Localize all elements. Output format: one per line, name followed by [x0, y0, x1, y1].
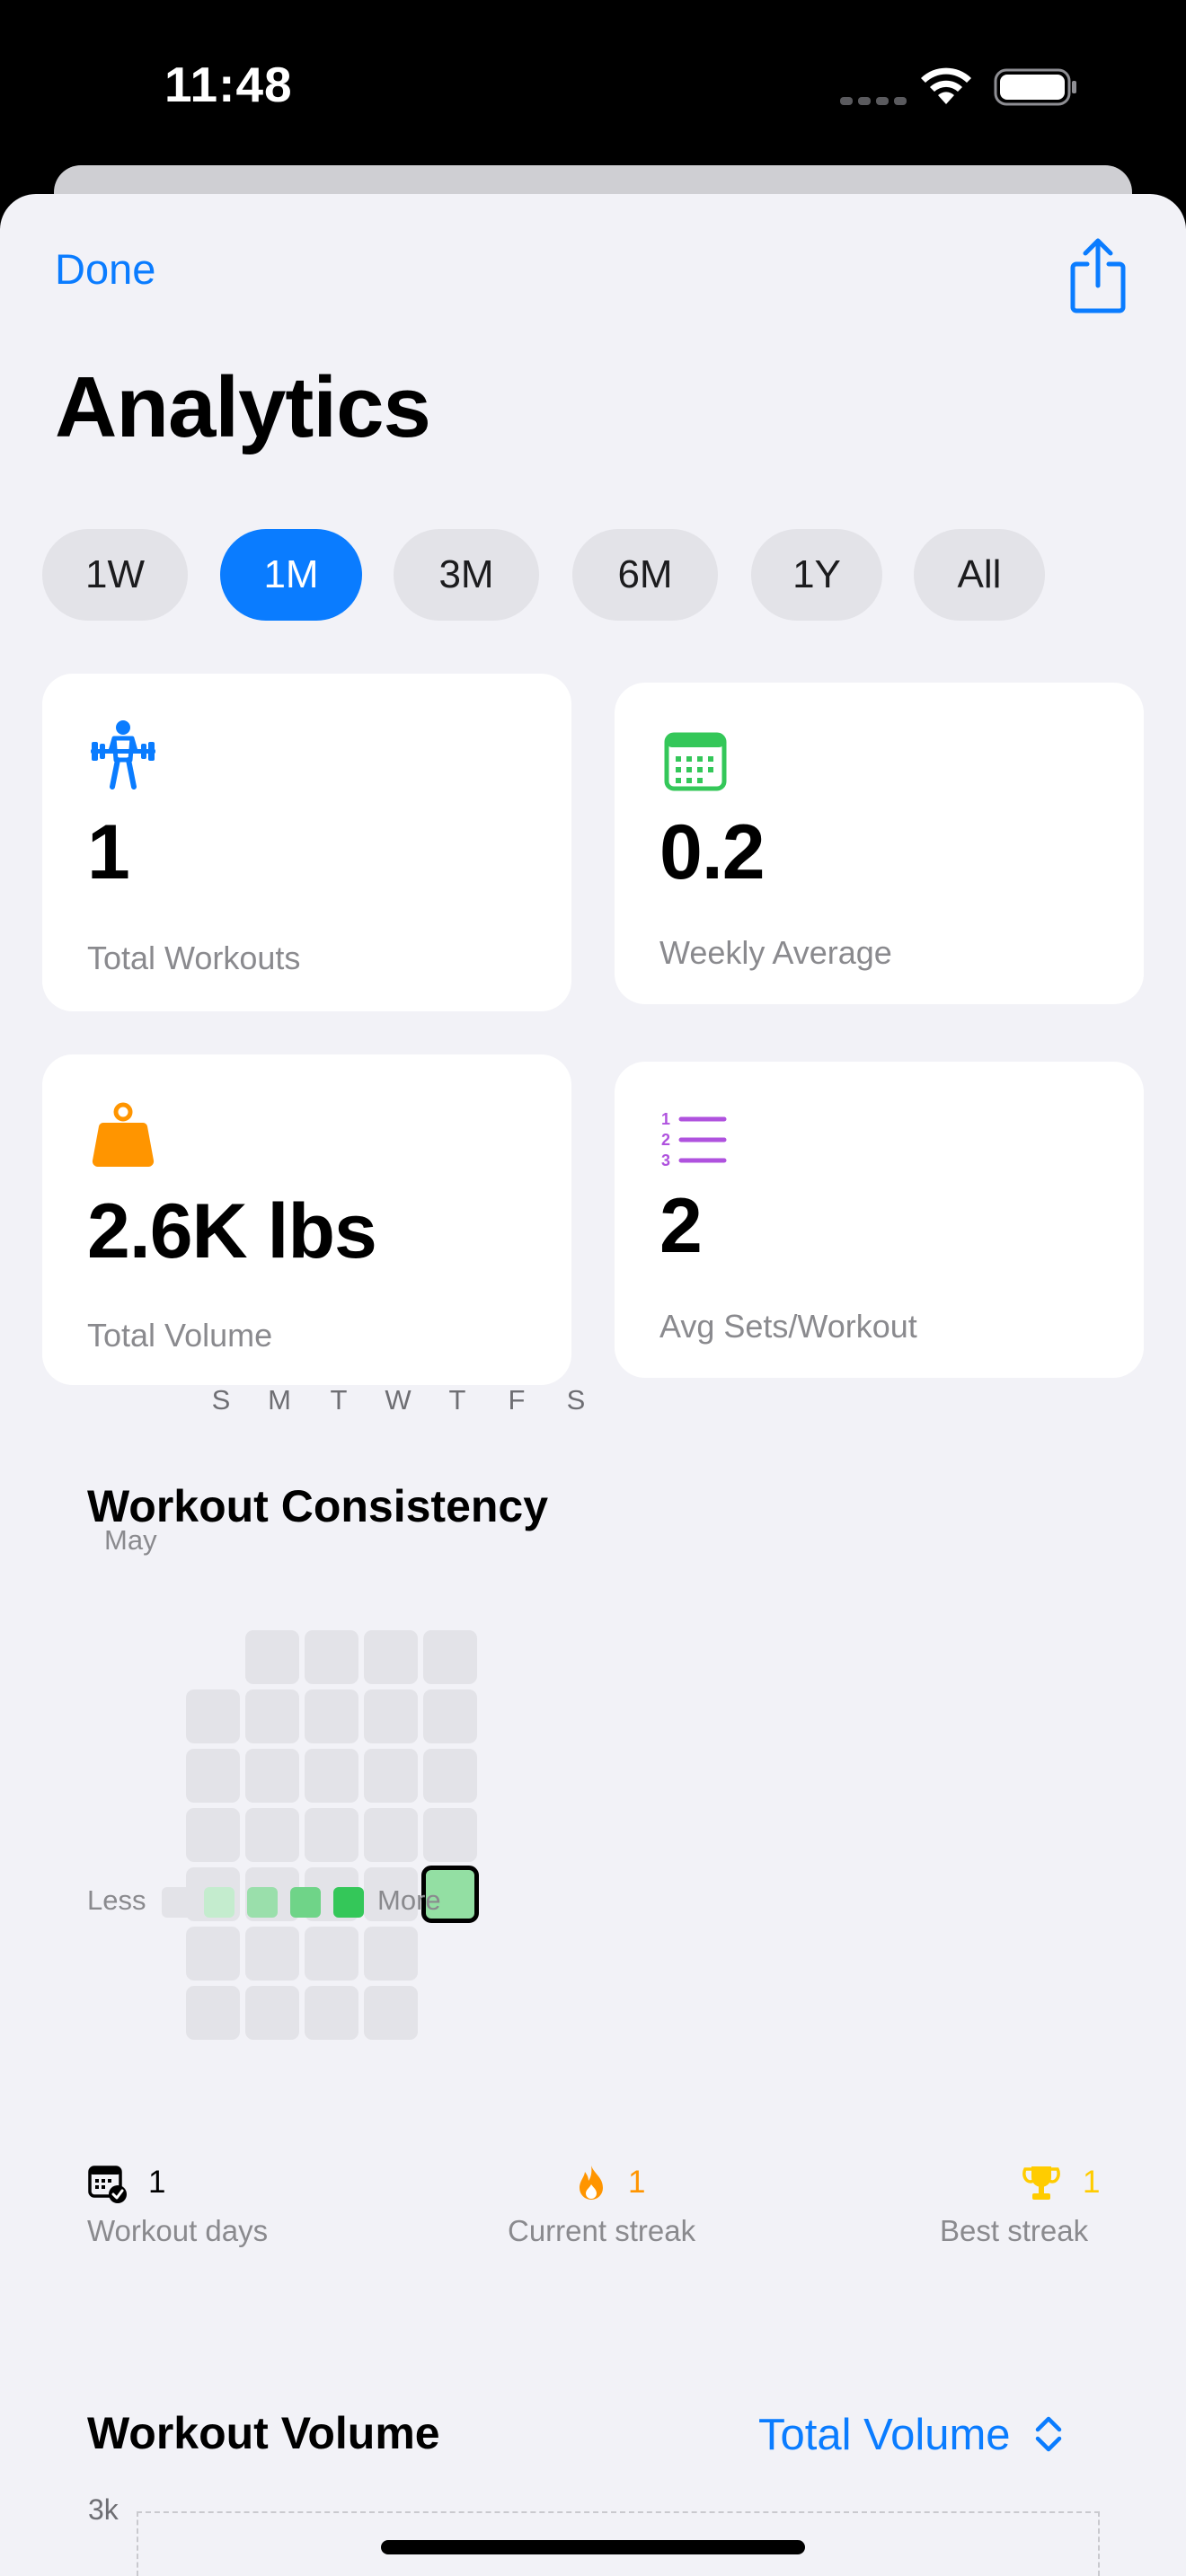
wifi-icon: [921, 67, 971, 104]
legend-swatch: [290, 1887, 321, 1918]
heatmap-day-cell[interactable]: [245, 1986, 299, 2040]
heatmap-day-cell[interactable]: [364, 1630, 418, 1684]
tab-1w[interactable]: 1W: [42, 529, 188, 621]
current-streak-value: 1: [628, 2165, 646, 2200]
share-icon[interactable]: [1066, 235, 1130, 314]
calendar-check-icon: [88, 2166, 127, 2203]
avg-sets-value: 2: [659, 1183, 703, 1269]
heatmap-day-cell[interactable]: [245, 1808, 299, 1862]
heatmap-day-cell[interactable]: [364, 1808, 418, 1862]
heatmap-day-cell[interactable]: [245, 1689, 299, 1743]
legend-swatch: [204, 1887, 235, 1918]
heatmap-day-cell[interactable]: [423, 1689, 477, 1743]
tab-1m[interactable]: 1M: [220, 529, 362, 621]
weekly-average-label: Weekly Average: [659, 934, 892, 971]
heatmap-day-cell[interactable]: [364, 1749, 418, 1803]
svg-text:1: 1: [661, 1110, 670, 1128]
calendar-icon: [664, 732, 727, 791]
total-workouts-label: Total Workouts: [87, 940, 301, 976]
heatmap-day-cell[interactable]: [245, 1630, 299, 1684]
heatmap-day-cell[interactable]: [305, 1986, 358, 2040]
chart-gridline: [137, 2511, 138, 2576]
month-label: May: [104, 1524, 157, 1556]
heatmap-day-cell[interactable]: [245, 1749, 299, 1803]
heatmap-day-cell[interactable]: [186, 1927, 240, 1981]
tab-1y[interactable]: 1Y: [751, 529, 882, 621]
heatmap-day-cell[interactable]: [364, 1986, 418, 2040]
legend-swatch: [247, 1887, 278, 1918]
volume-metric-picker[interactable]: Total Volume: [758, 2410, 1011, 2460]
y-axis-tick: 3k: [88, 2493, 119, 2526]
weekday-t: T: [330, 1384, 348, 1416]
heatmap-day-cell[interactable]: [186, 1986, 240, 2040]
workout-days-label: Workout days: [87, 2214, 269, 2247]
legend-more: More: [377, 1884, 441, 1916]
workout-days-value: 1: [148, 2165, 166, 2200]
scale-weight-icon: [92, 1102, 155, 1168]
legend-swatch: [333, 1887, 364, 1918]
weekday-m: M: [268, 1384, 291, 1416]
best-streak-value: 1: [1083, 2165, 1101, 2200]
heatmap-day-cell[interactable]: [305, 1927, 358, 1981]
numbered-list-icon: 1 2 3: [661, 1110, 727, 1169]
heatmap-day-cell[interactable]: [186, 1808, 240, 1862]
weekday-w: W: [385, 1384, 412, 1416]
cellular-signal-icon: [840, 93, 912, 110]
weekly-average-card: 0.2 Weekly Average: [615, 683, 1144, 1004]
status-bar: 11:48: [0, 0, 1186, 171]
battery-icon: [994, 68, 1076, 106]
page-title: Analytics: [55, 359, 431, 455]
heatmap-day-cell[interactable]: [423, 1749, 477, 1803]
total-volume-card: 2.6K lbs Total Volume: [42, 1054, 571, 1385]
weekday-s: S: [211, 1384, 231, 1416]
tab-3m[interactable]: 3M: [394, 529, 539, 621]
status-time: 11:48: [164, 57, 293, 112]
chevron-up-down-icon[interactable]: [1031, 2412, 1067, 2457]
heatmap-day-cell[interactable]: [305, 1749, 358, 1803]
avg-sets-card: 1 2 3 2 Avg Sets/Workout: [615, 1062, 1144, 1378]
chart-gridline: [1098, 2511, 1100, 2576]
heatmap-day-cell[interactable]: [305, 1630, 358, 1684]
best-streak-label: Best streak: [940, 2214, 1089, 2247]
volume-title: Workout Volume: [87, 2408, 440, 2458]
svg-text:3: 3: [661, 1151, 670, 1169]
heatmap-day-cell[interactable]: [364, 1927, 418, 1981]
legend-swatch: [162, 1887, 192, 1918]
heatmap-day-cell[interactable]: [245, 1927, 299, 1981]
weekday-s2: S: [566, 1384, 586, 1416]
total-workouts-value: 1: [87, 809, 130, 895]
legend-less: Less: [87, 1884, 146, 1916]
heatmap-day-cell[interactable]: [305, 1689, 358, 1743]
done-button[interactable]: Done: [55, 244, 155, 294]
current-streak-label: Current streak: [508, 2214, 696, 2247]
weekday-t2: T: [448, 1384, 466, 1416]
avg-sets-label: Avg Sets/Workout: [659, 1308, 917, 1345]
heatmap-day-cell[interactable]: [305, 1808, 358, 1862]
weightlifter-icon: [91, 720, 155, 790]
weekday-f: F: [508, 1384, 526, 1416]
tab-all[interactable]: All: [914, 529, 1045, 621]
heatmap-day-cell[interactable]: [364, 1689, 418, 1743]
heatmap-day-cell[interactable]: [423, 1630, 477, 1684]
chart-gridline: [137, 2511, 1100, 2513]
total-volume-value: 2.6K lbs: [87, 1188, 377, 1275]
total-volume-label: Total Volume: [87, 1317, 273, 1354]
flame-icon: [580, 2166, 603, 2200]
total-workouts-card: 1 Total Workouts: [42, 674, 571, 1011]
heatmap-day-cell[interactable]: [186, 1689, 240, 1743]
svg-text:2: 2: [661, 1131, 670, 1149]
trophy-icon: [1022, 2166, 1060, 2200]
tab-6m[interactable]: 6M: [572, 529, 718, 621]
heatmap-day-cell[interactable]: [186, 1749, 240, 1803]
weekly-average-value: 0.2: [659, 809, 766, 895]
home-indicator[interactable]: [381, 2540, 805, 2554]
heatmap-day-cell[interactable]: [423, 1808, 477, 1862]
